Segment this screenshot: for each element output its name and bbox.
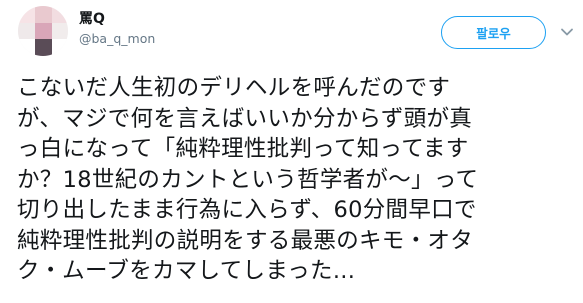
user-handle[interactable]: @ba_q_mon xyxy=(79,31,155,47)
tweet-text: こないだ人生初のデリヘルを呼んだのです が、マジで何を言えばいいか分からず頭が真… xyxy=(17,75,479,284)
follow-button[interactable]: 팔로우 xyxy=(441,16,546,49)
chevron-down-icon[interactable] xyxy=(560,25,574,39)
tweet-header: 罵Q @ba_q_mon 팔로우 xyxy=(0,0,583,62)
avatar[interactable] xyxy=(18,6,68,56)
display-name[interactable]: 罵Q xyxy=(79,10,105,28)
follow-button-label: 팔로우 xyxy=(476,26,511,41)
